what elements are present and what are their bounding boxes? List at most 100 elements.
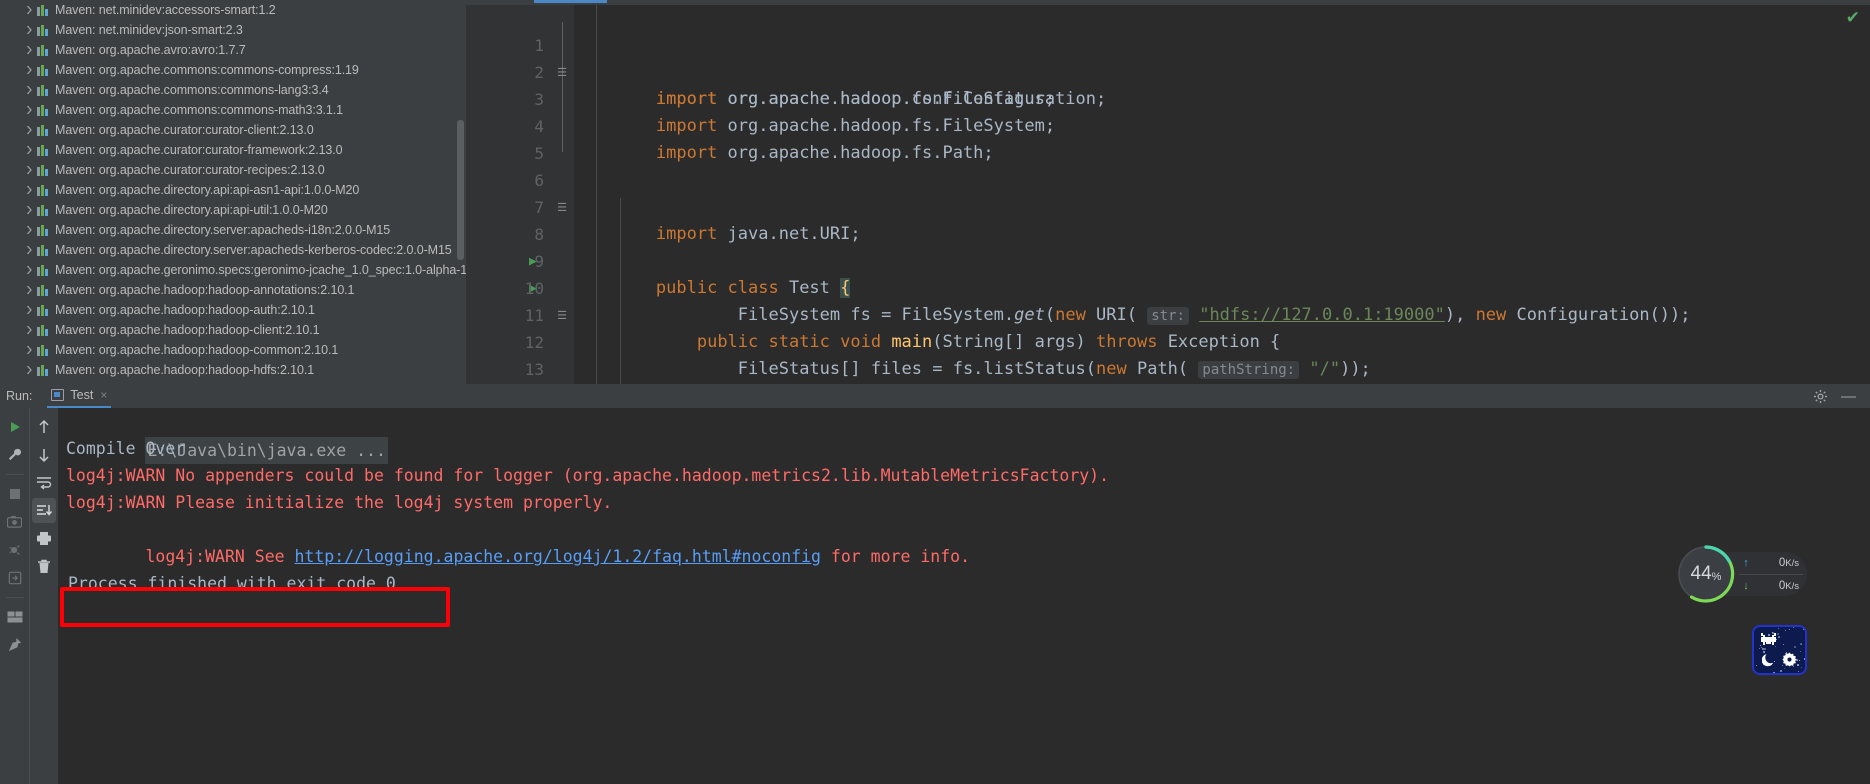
pin-tab-button[interactable]	[3, 632, 27, 657]
fold-marker[interactable]: ☰	[554, 302, 570, 329]
tree-item[interactable]: Maven: net.minidev:accessors-smart:1.2	[0, 0, 466, 20]
gear-icon[interactable]	[1782, 652, 1797, 667]
star-dot	[1799, 660, 1800, 661]
scroll-up-button[interactable]	[32, 414, 56, 439]
code-line-6[interactable]: 6 ☰ import java.net.URI;	[574, 140, 1870, 167]
minimize-icon[interactable]: —	[1841, 388, 1856, 405]
chevron-right-icon[interactable]	[22, 205, 36, 215]
code-line-14[interactable]: 14 System.out.println(f);	[574, 356, 1870, 383]
tree-item[interactable]: Maven: org.apache.geronimo.specs:geronim…	[0, 260, 466, 280]
tree-item[interactable]: Maven: org.apache.commons:commons-math3:…	[0, 100, 466, 120]
chevron-right-icon[interactable]	[22, 265, 36, 275]
tree-item[interactable]: Maven: org.apache.avro:avro:1.7.7	[0, 40, 466, 60]
tree-item[interactable]: Maven: org.apache.directory.api:api-util…	[0, 200, 466, 220]
settings-wrench-button[interactable]	[3, 442, 27, 467]
stop-button[interactable]	[3, 481, 27, 506]
tree-item[interactable]: Maven: org.apache.curator:curator-framew…	[0, 140, 466, 160]
tree-item[interactable]: Maven: net.minidev:json-smart:2.3	[0, 20, 466, 40]
chevron-right-icon[interactable]	[22, 125, 36, 135]
code-line-13[interactable]: 13 ☰ for (FileStatus f : files) {	[574, 329, 1870, 356]
run-tool-window[interactable]: Run: Test × — E:\Java\bin\java.exe ... C…	[0, 384, 1870, 784]
code-line-1[interactable]: 1 ☰ import org.apache.hadoop.conf.Config…	[574, 5, 1870, 32]
tree-item[interactable]: Maven: org.apache.directory.server:apach…	[0, 220, 466, 240]
code-line-11[interactable]: 11	[574, 275, 1870, 302]
chevron-right-icon[interactable]	[22, 245, 36, 255]
chevron-right-icon[interactable]	[22, 225, 36, 235]
tree-scrollbar[interactable]	[457, 120, 464, 260]
code-line-8[interactable]: 8 ▶ public class Test {	[574, 194, 1870, 221]
chevron-right-icon[interactable]	[22, 65, 36, 75]
chevron-right-icon[interactable]	[22, 325, 36, 335]
tree-item[interactable]: Maven: org.apache.hadoop:hadoop-client:2…	[0, 320, 466, 340]
layout-button[interactable]	[3, 604, 27, 629]
chevron-right-icon[interactable]	[22, 165, 36, 175]
tree-item[interactable]: Maven: org.apache.curator:curator-client…	[0, 120, 466, 140]
tree-item[interactable]: Maven: org.apache.commons:commons-compre…	[0, 60, 466, 80]
chevron-right-icon[interactable]	[22, 45, 36, 55]
chevron-right-icon[interactable]	[22, 185, 36, 195]
code-line-2[interactable]: 2 import org.apache.hadoop.fs.FileStatus…	[574, 32, 1870, 59]
camera-snapshot-button[interactable]	[3, 509, 27, 534]
run-toolbar-right[interactable]	[29, 408, 58, 784]
editor-tab-test[interactable]	[534, 0, 607, 3]
code-line-4[interactable]: 4 import org.apache.hadoop.fs.Path;	[574, 86, 1870, 113]
fold-marker[interactable]: ☰	[554, 194, 570, 221]
network-download-row: ↓ 0K/s	[1739, 575, 1805, 596]
check-icon[interactable]: ✔	[1846, 8, 1860, 28]
chevron-right-icon[interactable]	[22, 85, 36, 95]
run-tab-test[interactable]: Test ×	[47, 384, 111, 408]
code-editor[interactable]: 1 ☰ import org.apache.hadoop.conf.Config…	[466, 0, 1870, 384]
dump-threads-button[interactable]	[3, 537, 27, 562]
cpu-memory-monitor-widget[interactable]: 44% ↑ 0K/s ↓ 0K/s	[1677, 545, 1807, 603]
chevron-right-icon[interactable]	[22, 105, 36, 115]
star-dot	[1785, 630, 1786, 631]
tree-item[interactable]: Maven: org.apache.hadoop:hadoop-hdfs:2.1…	[0, 360, 466, 380]
code-line-10[interactable]: 10 FileSystem fs = FileSystem.get(new UR…	[574, 248, 1870, 275]
tree-item[interactable]: Maven: org.apache.hadoop:hadoop-common:2…	[0, 340, 466, 360]
maven-library-icon	[36, 243, 51, 257]
clear-all-button[interactable]	[32, 554, 56, 579]
fold-marker[interactable]: ☰	[554, 59, 570, 86]
tree-item-label: Maven: org.apache.hadoop:hadoop-common:2…	[55, 340, 338, 360]
upload-rate: 0K/s	[1753, 557, 1805, 569]
alien-tray-widget[interactable]	[1752, 625, 1807, 675]
code-line-9[interactable]: 9 ▶ ☰ public static void main(String[] a…	[574, 221, 1870, 248]
star-dot	[1762, 648, 1764, 650]
code-line-3[interactable]: 3 import org.apache.hadoop.fs.FileSystem…	[574, 59, 1870, 86]
code-line-5[interactable]: 5	[574, 113, 1870, 140]
chevron-right-icon[interactable]	[22, 25, 36, 35]
code-content[interactable]: 1 ☰ import org.apache.hadoop.conf.Config…	[574, 5, 1870, 384]
rerun-button[interactable]	[3, 414, 27, 439]
tree-item-label: Maven: org.apache.commons:commons-compre…	[55, 60, 359, 80]
run-toolbar-left[interactable]	[0, 408, 29, 784]
tree-item[interactable]: Maven: org.apache.commons:commons-lang3:…	[0, 80, 466, 100]
star-dot	[1778, 636, 1780, 638]
print-button[interactable]	[32, 526, 56, 551]
tree-item[interactable]: Maven: org.apache.directory.server:apach…	[0, 240, 466, 260]
close-icon[interactable]: ×	[100, 388, 107, 402]
chevron-right-icon[interactable]	[22, 285, 36, 295]
chevron-right-icon[interactable]	[22, 5, 36, 15]
export-button[interactable]	[3, 565, 27, 590]
chevron-right-icon[interactable]	[22, 305, 36, 315]
chevron-right-icon[interactable]	[22, 145, 36, 155]
tree-item[interactable]: Maven: org.apache.curator:curator-recipe…	[0, 160, 466, 180]
code-line-12[interactable]: 12 FileStatus[] files = fs.listStatus(ne…	[574, 302, 1870, 329]
tree-item[interactable]: Maven: org.apache.hadoop:hadoop-annotati…	[0, 280, 466, 300]
upload-unit: K/s	[1785, 558, 1799, 569]
scroll-to-end-button[interactable]	[32, 498, 56, 523]
tree-item[interactable]: Maven: org.apache.hadoop:hadoop-auth:2.1…	[0, 300, 466, 320]
alien-icon[interactable]	[1760, 632, 1777, 646]
gear-icon[interactable]	[1813, 389, 1828, 404]
run-tab-label: Test	[70, 388, 93, 402]
tree-item[interactable]: Maven: org.apache.directory.api:api-asn1…	[0, 180, 466, 200]
chevron-right-icon[interactable]	[22, 365, 36, 375]
console-output[interactable]: E:\Java\bin\java.exe ... Compile Over lo…	[58, 408, 1870, 784]
moon-icon[interactable]	[1762, 652, 1777, 667]
tree-item-label: Maven: org.apache.curator:curator-framew…	[55, 140, 343, 160]
star-dot	[1798, 671, 1799, 672]
soft-wrap-button[interactable]	[32, 470, 56, 495]
chevron-right-icon[interactable]	[22, 345, 36, 355]
code-line-7[interactable]: 7	[574, 167, 1870, 194]
scroll-down-button[interactable]	[32, 442, 56, 467]
